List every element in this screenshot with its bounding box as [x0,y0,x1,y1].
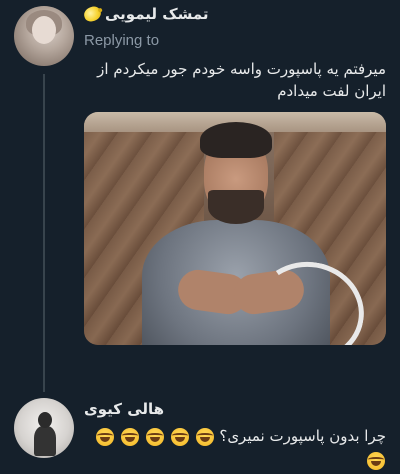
tweet-original[interactable]: تمشک لیمویی Replying to میرفتم یه پاسپور… [0,0,400,370]
laugh-emoji-line-2 [84,448,386,472]
laugh-emoji [96,427,115,446]
author-name-row[interactable]: هالی کیوی [84,400,164,418]
author-name-row[interactable]: تمشک لیمویی [82,4,209,24]
laugh-emoji [170,427,189,446]
image-person-hair [200,122,272,158]
avatar-silhouette-body [34,426,56,456]
laugh-emoji [195,427,214,446]
tweet-text-body: چرا بدون پاسپورت نمیری؟ [219,427,386,445]
laugh-emoji [367,451,385,470]
avatar-silhouette-head [38,412,52,428]
avatar-face [32,16,56,44]
author-name[interactable]: تمشک لیمویی [105,5,209,23]
laugh-emoji [146,427,165,446]
image-person-beard [208,190,264,224]
author-name[interactable]: هالی کیوی [84,400,164,418]
tweet-text: چرا بدون پاسپورت نمیری؟ [84,424,386,472]
avatar[interactable] [14,6,74,66]
lemon-icon [82,4,103,24]
avatar[interactable] [14,398,74,458]
tweet-reply[interactable]: هالی کیوی چرا بدون پاسپورت نمیری؟ [0,390,400,474]
tweet-text: میرفتم یه پاسپورت واسه خودم جور میکردم ا… [97,60,386,100]
laugh-emoji-row [95,427,214,446]
replying-to-label: Replying to [84,32,160,49]
tweet-image[interactable] [84,112,386,345]
laugh-emoji [121,427,140,446]
